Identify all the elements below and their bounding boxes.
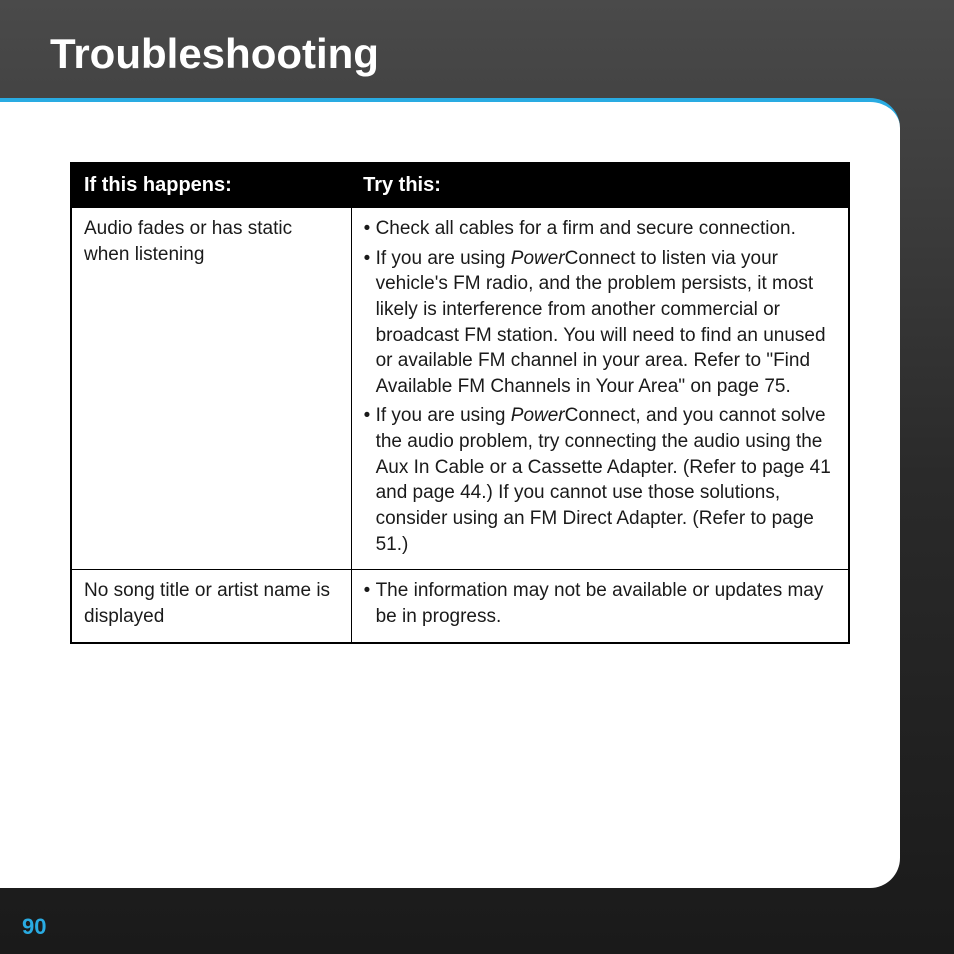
list-item: Check all cables for a firm and secure c… [364,216,836,242]
solution-cell: Check all cables for a firm and secure c… [351,208,849,570]
list-item: If you are using PowerConnect to listen … [364,246,836,400]
page-number: 90 [22,914,46,940]
table-row: No song title or artist name is displaye… [71,570,849,643]
table-row: Audio fades or has static when listening… [71,208,849,570]
page-title: Troubleshooting [0,0,954,98]
content-panel: If this happens: Try this: Audio fades o… [0,98,900,888]
table-header-solution: Try this: [351,163,849,208]
list-item: The information may not be available or … [364,578,836,629]
problem-cell: Audio fades or has static when listening [71,208,351,570]
solution-cell: The information may not be available or … [351,570,849,643]
problem-cell: No song title or artist name is displaye… [71,570,351,643]
troubleshooting-table: If this happens: Try this: Audio fades o… [70,162,850,644]
list-item: If you are using PowerConnect, and you c… [364,403,836,557]
table-header-problem: If this happens: [71,163,351,208]
